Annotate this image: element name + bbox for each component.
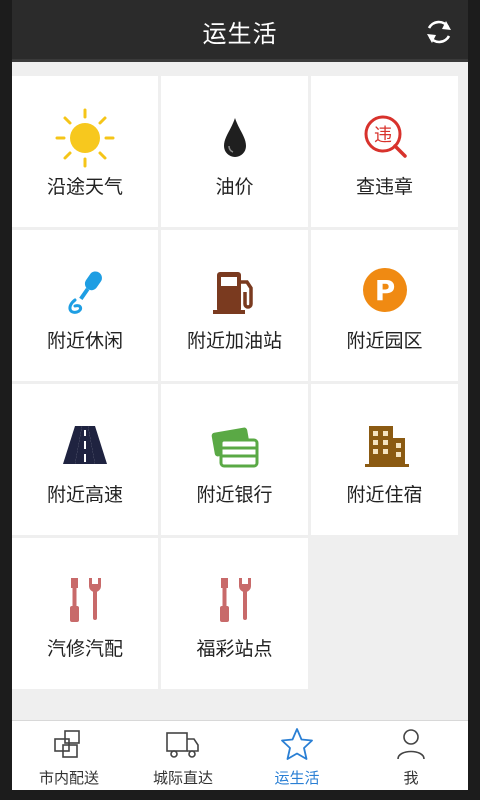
user-icon [397,729,425,760]
highway-road-icon [63,426,107,464]
tab-label: 我 [403,769,419,787]
tab-intercity[interactable]: 城际直达 [126,721,240,790]
grid-item-gas-station[interactable]: 附近加油站 [161,230,308,381]
grid-item-hotel[interactable]: 附近住宿 [311,384,458,535]
packages-icon [54,730,80,758]
grid-item-label: 福彩站点 [196,638,273,660]
grid-item-weather[interactable]: 沿途天气 [12,76,158,227]
sun-icon [55,108,115,168]
tools-icon [219,578,251,622]
tab-label: 城际直达 [152,769,213,787]
app-header: 运生活 [12,0,468,62]
grid-item-park[interactable]: P 附近园区 [311,230,458,381]
grid-item-label: 沿途天气 [46,176,123,198]
grid-item-label: 附近住宿 [346,484,423,506]
grid-item-violation[interactable]: 违 查违章 [311,76,458,227]
tools-icon [70,578,101,622]
violation-badge-text: 违 [374,125,392,146]
tab-label: 市内配送 [38,769,99,787]
grid-item-label: 附近休闲 [46,330,123,352]
parking-icon: P [362,268,407,312]
tab-city-delivery[interactable]: 市内配送 [12,721,126,790]
phone-frame: 运生活 沿途天气 油价 违 查违章 附近休闲 附近加油站 P 附近园区 附近高速… [0,0,480,800]
violation-search-icon: 违 [364,115,407,158]
bank-card-icon [211,427,258,468]
grid-item-leisure[interactable]: 附近休闲 [12,230,158,381]
grid-item-label: 油价 [215,176,254,198]
tab-life[interactable]: 运生活 [240,721,354,790]
grid-item-label: 查违章 [355,176,413,198]
grid-item-label: 附近银行 [196,484,273,506]
grid-item-label: 汽修汽配 [46,638,123,660]
app-screen: 运生活 沿途天气 油价 违 查违章 附近休闲 附近加油站 P 附近园区 附近高速… [12,0,468,790]
grid-item-highway[interactable]: 附近高速 [12,384,158,535]
grid-item-lottery[interactable]: 福彩站点 [161,538,308,689]
grid-item-label: 附近高速 [46,484,123,506]
gas-pump-icon [212,272,253,314]
grid-item-bank[interactable]: 附近银行 [161,384,308,535]
tab-label: 运生活 [274,769,320,787]
parking-badge-text: P [374,274,395,307]
bottom-tab-bar: 市内配送 城际直达 运生活 我 [12,720,468,790]
grid-item-label: 附近园区 [346,330,423,352]
service-grid: 沿途天气 油价 违 查违章 附近休闲 附近加油站 P 附近园区 附近高速 附近银… [12,76,458,689]
grid-item-oil-price[interactable]: 油价 [161,76,308,227]
tab-me[interactable]: 我 [354,721,468,790]
page-title: 运生活 [202,20,278,48]
grid-item-label: 附近加油站 [186,330,282,352]
refresh-icon[interactable] [424,17,454,47]
oil-drop-icon [223,118,246,157]
building-icon [364,426,409,467]
star-icon [281,728,313,760]
grid-item-auto-repair[interactable]: 汽修汽配 [12,538,158,689]
microphone-icon [68,271,102,314]
truck-icon [166,732,199,758]
